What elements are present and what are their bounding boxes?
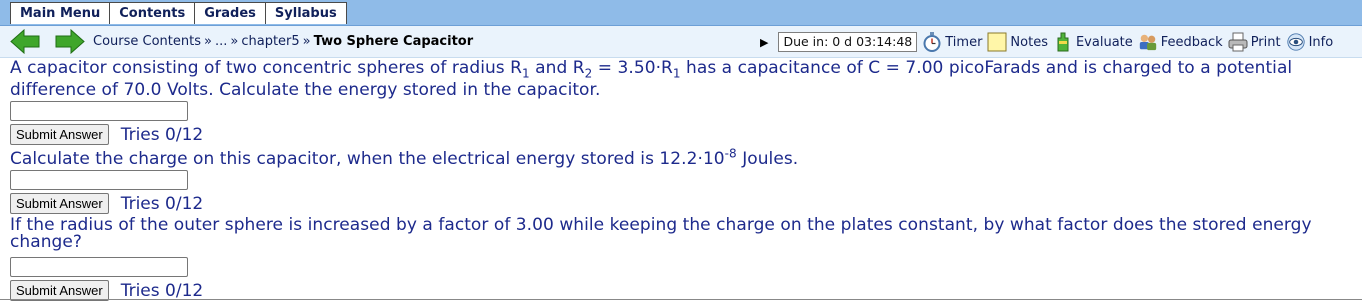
- submit-answer-button-1[interactable]: Submit Answer: [10, 124, 109, 145]
- note-icon: [987, 32, 1007, 52]
- main-menu-bar: Main Menu Contents Grades Syllabus: [0, 0, 1362, 26]
- question-text-part: Joules.: [736, 149, 799, 169]
- subscript: 1: [522, 66, 530, 81]
- stopwatch-icon: [922, 32, 942, 52]
- printer-icon: [1228, 32, 1248, 52]
- submit-row-3: Submit Answer Tries 0/12: [10, 280, 1355, 301]
- breadcrumb-separator: »: [230, 34, 239, 49]
- subscript: 1: [672, 66, 681, 81]
- submit-row-2: Submit Answer Tries 0/12: [10, 193, 1355, 214]
- question-text-part: If the radius of the outer sphere is inc…: [10, 215, 1312, 252]
- problem-content: A capacitor consisting of two concentric…: [10, 57, 1355, 301]
- breadcrumb-chapter[interactable]: chapter5: [241, 34, 299, 49]
- tab-main-menu[interactable]: Main Menu: [10, 2, 111, 24]
- evaluate-button[interactable]: Evaluate: [1053, 32, 1133, 52]
- toolbar: ▶ Due in: 0 d 03:14:48 Timer Notes Evalu…: [760, 30, 1338, 54]
- info-button[interactable]: Info: [1286, 32, 1334, 52]
- tries-counter-2: Tries 0/12: [120, 193, 204, 214]
- question-2-text: Calculate the charge on this capacitor, …: [10, 146, 1355, 170]
- tab-contents[interactable]: Contents: [109, 2, 196, 24]
- print-label: Print: [1250, 34, 1281, 50]
- evaluate-icon: [1053, 32, 1073, 52]
- timer-button[interactable]: Timer: [922, 32, 982, 52]
- due-countdown: Due in: 0 d 03:14:48: [778, 32, 918, 52]
- navigation-row: Course Contents»...» chapter5» Two Sphere …: [0, 26, 1362, 58]
- submit-answer-button-2[interactable]: Submit Answer: [10, 193, 109, 214]
- print-button[interactable]: Print: [1228, 32, 1281, 52]
- question-text-part: and R: [529, 58, 585, 78]
- feedback-label: Feedback: [1160, 34, 1223, 50]
- question-text-part: A capacitor consisting of two concentric…: [10, 58, 523, 78]
- tries-counter-1: Tries 0/12: [120, 124, 204, 145]
- question-1-text: A capacitor consisting of two concentric…: [10, 57, 1355, 101]
- answer-input-1[interactable]: [10, 101, 188, 121]
- submit-answer-button-3[interactable]: Submit Answer: [10, 280, 109, 301]
- superscript: -8: [724, 146, 737, 161]
- info-eye-icon: [1286, 32, 1306, 52]
- breadcrumb-ellipsis[interactable]: ...: [215, 34, 227, 49]
- answer-input-2[interactable]: [10, 170, 188, 190]
- timer-label: Timer: [945, 34, 983, 50]
- evaluate-label: Evaluate: [1075, 34, 1133, 50]
- notes-label: Notes: [1010, 34, 1048, 50]
- menu-tabs: Main Menu Contents Grades Syllabus: [10, 2, 347, 25]
- answer-input-3[interactable]: [10, 257, 188, 277]
- back-arrow-icon[interactable]: [10, 29, 40, 54]
- breadcrumb-course-contents[interactable]: Course Contents: [93, 34, 201, 49]
- breadcrumb-current-page: Two Sphere Capacitor: [313, 34, 474, 49]
- bottom-divider: [0, 299, 1362, 300]
- forward-arrow-icon[interactable]: [55, 29, 85, 54]
- notes-button[interactable]: Notes: [987, 32, 1048, 52]
- question-text-part: Calculate the charge on this capacitor, …: [10, 149, 725, 169]
- tab-syllabus[interactable]: Syllabus: [264, 2, 347, 24]
- breadcrumb-separator: »: [302, 34, 311, 49]
- tab-grades[interactable]: Grades: [194, 2, 266, 24]
- feedback-people-icon: [1138, 32, 1158, 52]
- play-triangle-icon: ▶: [760, 35, 769, 49]
- question-text-part: = 3.50·R: [592, 58, 673, 78]
- info-label: Info: [1308, 34, 1334, 50]
- submit-row-1: Submit Answer Tries 0/12: [10, 124, 1355, 145]
- breadcrumb: Course Contents»...» chapter5» Two Sphere …: [93, 34, 473, 49]
- breadcrumb-separator: »: [204, 34, 212, 49]
- feedback-button[interactable]: Feedback: [1138, 32, 1223, 52]
- tries-counter-3: Tries 0/12: [120, 280, 204, 301]
- question-3-text: If the radius of the outer sphere is inc…: [10, 217, 1355, 251]
